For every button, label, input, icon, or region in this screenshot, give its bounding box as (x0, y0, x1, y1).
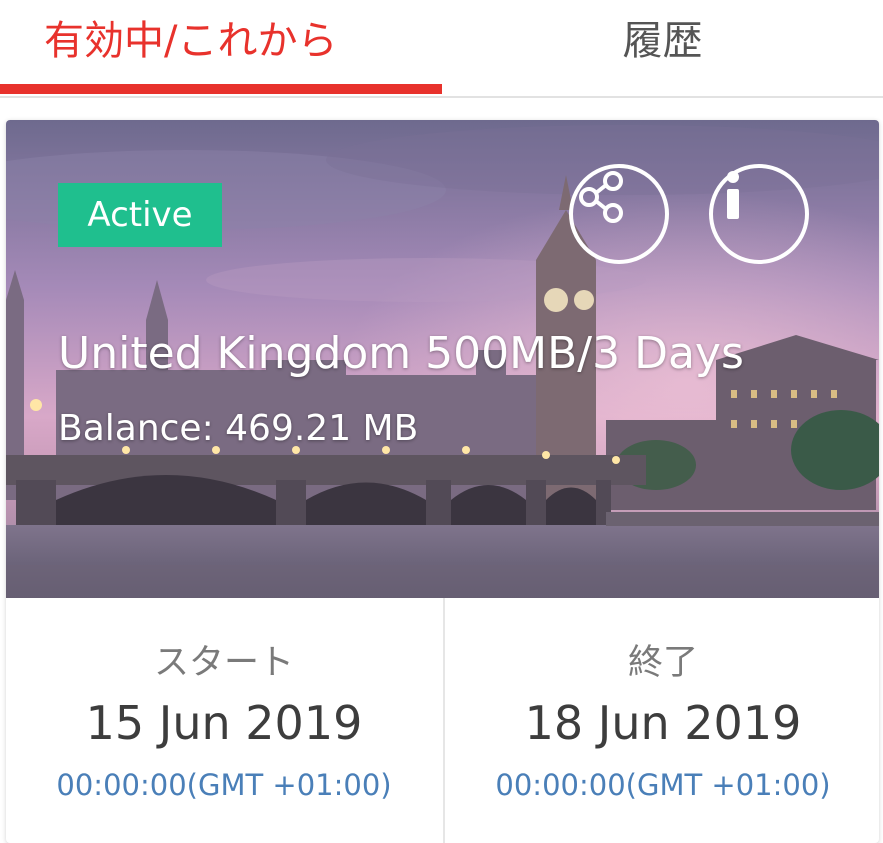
hero-image-london: Active United Kingdom 500MB/3 Days Balan… (6, 120, 879, 598)
tab-active-upcoming[interactable]: 有効中/これから (0, 0, 442, 96)
end-label: 終了 (627, 643, 698, 683)
start-time: 00:00:00(GMT +01:00) (56, 768, 392, 802)
active-tab-indicator (0, 84, 442, 94)
share-button[interactable] (569, 164, 669, 264)
start-info: スタート 15 Jun 2019 00:00:00(GMT +01:00) (6, 598, 442, 843)
tab-history-label: 履歴 (622, 18, 703, 64)
tab-active-upcoming-label: 有効中/これから (44, 18, 338, 64)
tab-bar: 有効中/これから 履歴 (0, 0, 883, 98)
info-button[interactable] (709, 164, 809, 264)
info-icon (727, 171, 739, 219)
tab-history[interactable]: 履歴 (442, 0, 883, 96)
status-badge: Active (58, 183, 222, 247)
end-info: 終了 18 Jun 2019 00:00:00(GMT +01:00) (443, 598, 879, 843)
end-time: 00:00:00(GMT +01:00) (495, 768, 831, 802)
plan-card[interactable]: Active United Kingdom 500MB/3 Days Balan… (6, 120, 879, 843)
plan-title: United Kingdom 500MB/3 Days (58, 328, 744, 379)
start-label: スタート (153, 643, 294, 683)
share-icon (579, 171, 623, 223)
start-date: 15 Jun 2019 (85, 696, 363, 750)
status-badge-label: Active (87, 195, 193, 235)
data-balance: Balance: 469.21 MB (58, 408, 419, 449)
end-date: 18 Jun 2019 (524, 696, 802, 750)
